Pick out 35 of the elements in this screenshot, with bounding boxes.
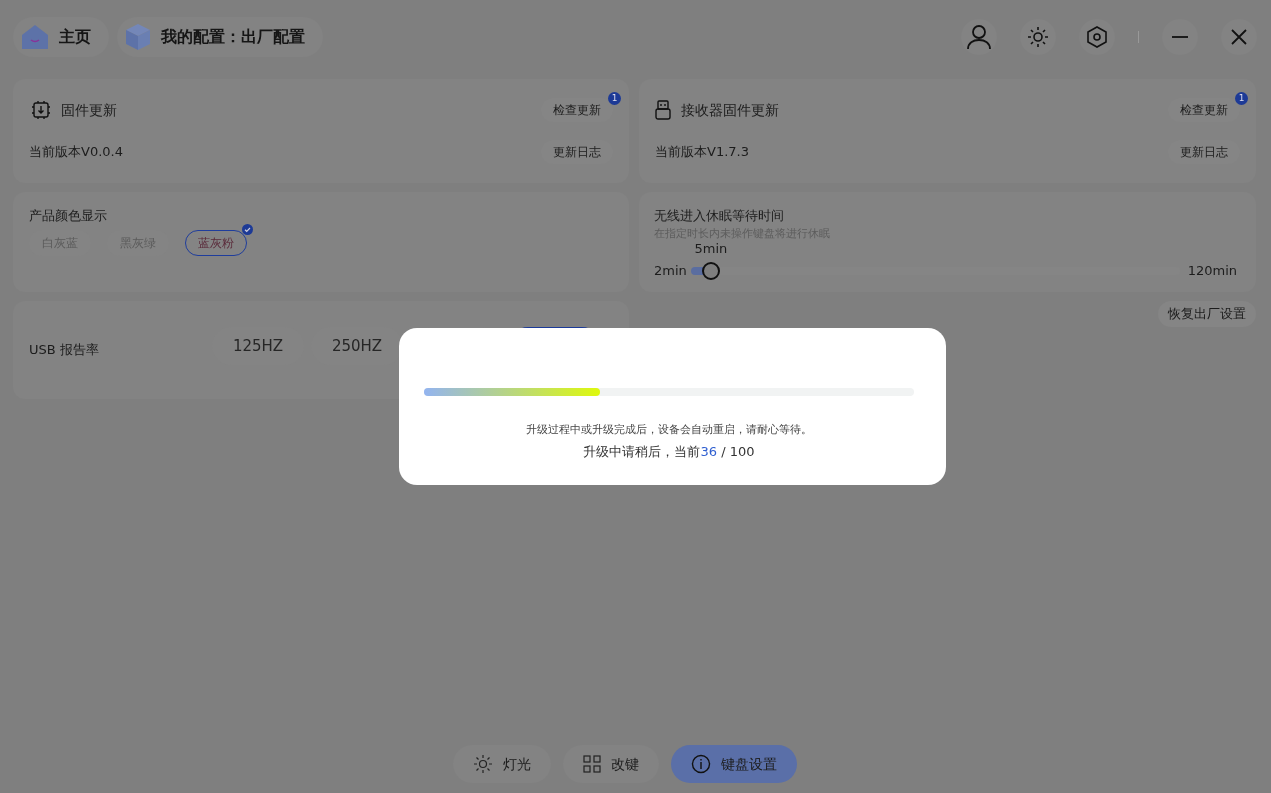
upgrade-notice: 升级过程中或升级完成后，设备会自动重启，请耐心等待。 bbox=[525, 422, 813, 437]
update-count-badge: 1 bbox=[1235, 92, 1248, 105]
cube-icon bbox=[125, 23, 151, 51]
check-icon bbox=[242, 223, 253, 235]
firmware-title: 固件更新 bbox=[61, 100, 117, 120]
receiver-firmware-title: 接收器固件更新 bbox=[681, 100, 779, 120]
bottom-tab[interactable]: 灯光 bbox=[453, 745, 551, 783]
usb-rate-label: USB 报告率 bbox=[29, 341, 100, 360]
update-count-badge: 1 bbox=[608, 92, 621, 105]
sun-icon bbox=[473, 754, 493, 774]
upgrade-progress-text: 升级中请稍后，当前36 / 100 bbox=[582, 442, 756, 461]
slider-max-label: 120min bbox=[1187, 262, 1237, 281]
color-option[interactable]: 蓝灰粉 bbox=[185, 229, 247, 256]
grid-icon bbox=[583, 755, 601, 773]
receiver-firmware-version: 当前版本V1.7.3 bbox=[655, 143, 749, 162]
bottom-tab[interactable]: 键盘设置 bbox=[671, 745, 797, 783]
color-title: 产品颜色显示 bbox=[29, 207, 108, 225]
user-icon[interactable] bbox=[961, 19, 997, 55]
slider-value: 5min bbox=[694, 240, 728, 258]
bottom-tab[interactable]: 改键 bbox=[563, 745, 659, 783]
house-icon bbox=[21, 24, 49, 50]
slider-thumb[interactable] bbox=[701, 262, 720, 280]
chip-icon bbox=[31, 100, 51, 120]
home-tab[interactable]: 主页 bbox=[13, 17, 109, 57]
close-icon[interactable] bbox=[1221, 19, 1257, 55]
brightness-icon[interactable] bbox=[1020, 19, 1056, 55]
profile-tab[interactable]: 我的配置：出厂配置 bbox=[117, 17, 323, 57]
usb-dongle-icon bbox=[655, 100, 671, 120]
firmware-version: 当前版本V0.0.4 bbox=[29, 143, 123, 162]
info-icon bbox=[691, 754, 711, 774]
sleep-title: 无线进入休眠等待时间 bbox=[654, 207, 785, 225]
factory-reset-button[interactable]: 恢复出厂设置 bbox=[1158, 301, 1256, 327]
minimize-icon[interactable] bbox=[1162, 19, 1198, 55]
slider-min-label: 2min bbox=[654, 262, 688, 281]
settings-icon[interactable] bbox=[1079, 19, 1115, 55]
